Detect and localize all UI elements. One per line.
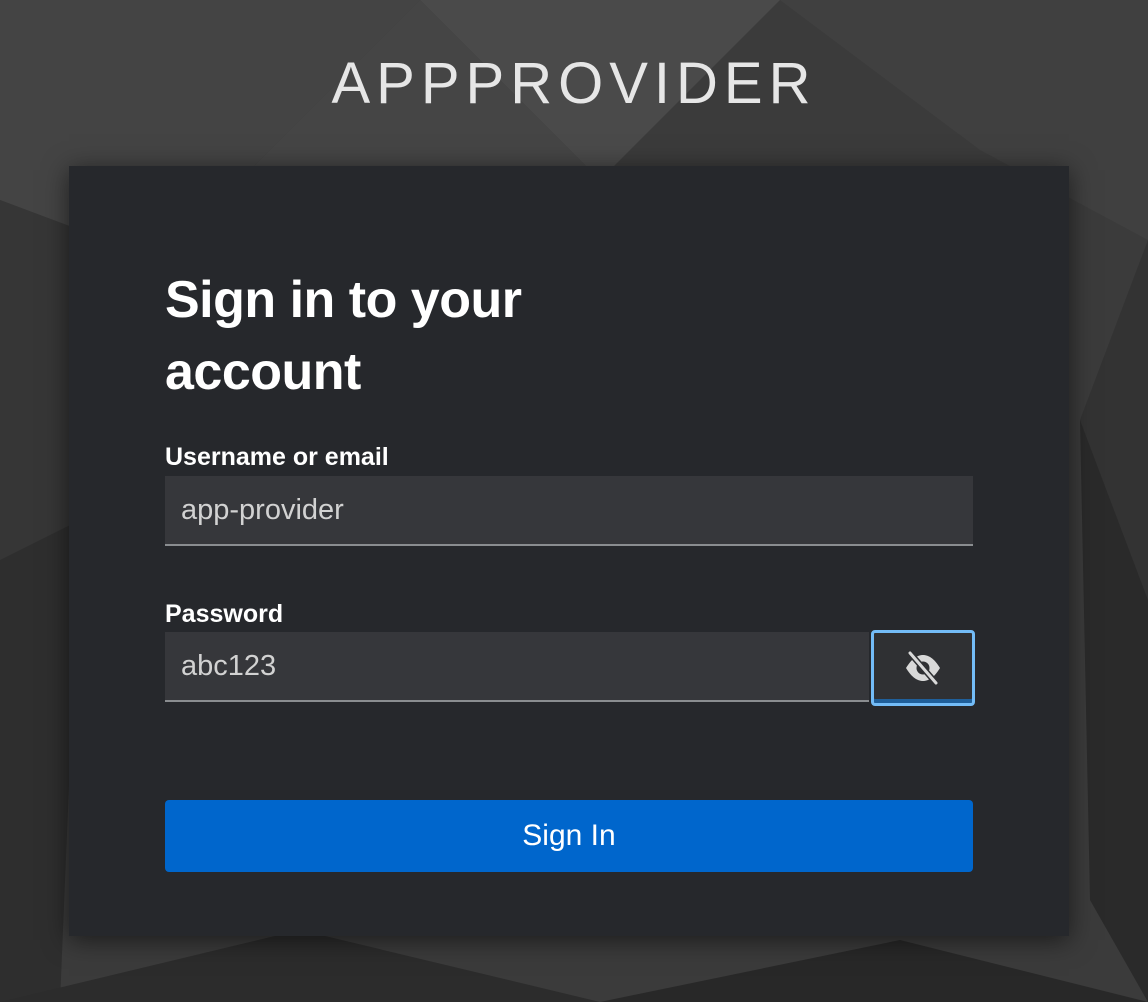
password-label: Password xyxy=(165,600,284,628)
login-card: Sign in to your account Username or emai… xyxy=(69,166,1069,936)
password-input[interactable] xyxy=(165,632,869,702)
username-label: Username or email xyxy=(165,443,389,471)
page-title: Sign in to your account xyxy=(165,271,522,401)
sign-in-button[interactable]: Sign In xyxy=(165,800,973,872)
brand-logo: APPPROVIDER xyxy=(331,51,817,116)
toggle-password-visibility-button[interactable] xyxy=(871,630,975,706)
username-input[interactable] xyxy=(165,476,973,546)
eye-slash-icon xyxy=(903,648,943,688)
